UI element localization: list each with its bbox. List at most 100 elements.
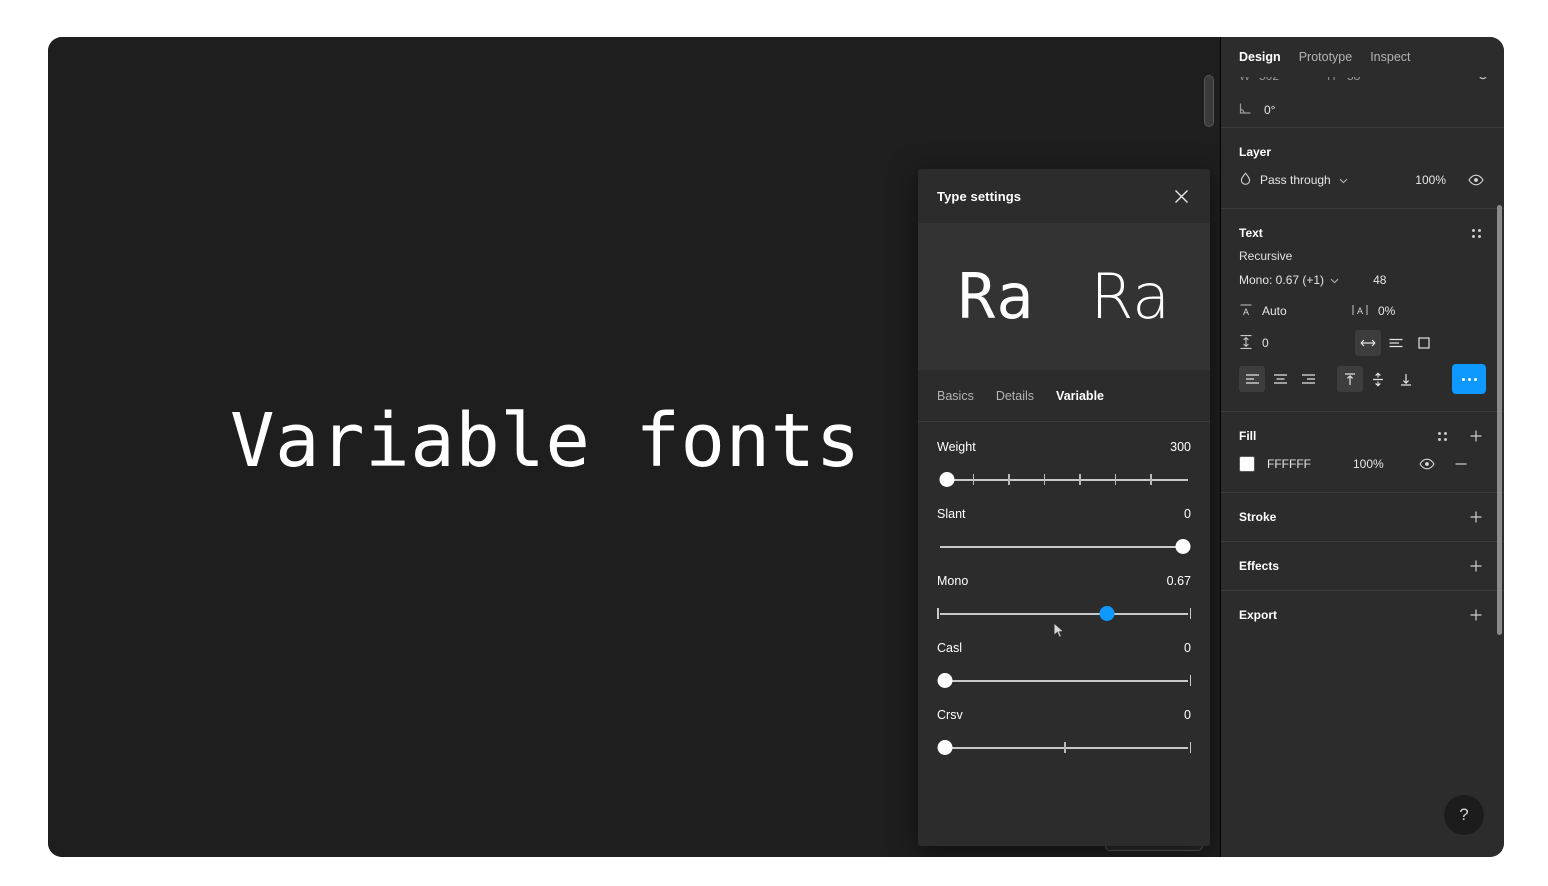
blend-mode-label: Pass through	[1260, 173, 1331, 187]
type-settings-panel: Type settings Ra Ra Basics Details Varia…	[918, 169, 1210, 846]
auto-width-icon[interactable]	[1355, 330, 1381, 356]
right-properties-panel: Design Prototype Inspect W 502 H 58 ↺ 0°	[1220, 37, 1504, 857]
axis-weight-value: 300	[1170, 440, 1191, 454]
svg-text:A: A	[1243, 307, 1249, 317]
align-center-icon[interactable]	[1267, 366, 1293, 392]
font-family-value[interactable]: Recursive	[1239, 245, 1486, 265]
paragraph-spacing-value: 0	[1262, 336, 1269, 350]
axis-casl-label: Casl	[937, 641, 963, 655]
align-bottom-icon[interactable]	[1393, 366, 1419, 392]
type-preview: Ra Ra	[918, 223, 1210, 370]
align-middle-icon[interactable]	[1365, 366, 1391, 392]
align-left-icon[interactable]	[1239, 366, 1265, 392]
letter-spacing-field[interactable]: A 0%	[1351, 303, 1463, 320]
stroke-section-title: Stroke	[1239, 510, 1277, 524]
axis-crsv-slider[interactable]	[937, 740, 1191, 756]
preview-glyph-left: Ra	[957, 259, 1035, 333]
axis-slant-handle[interactable]	[1175, 539, 1191, 554]
axis-crsv: Crsv 0	[937, 708, 1191, 756]
panel-tabs: Design Prototype Inspect	[1221, 37, 1504, 77]
tab-basics[interactable]: Basics	[937, 385, 974, 407]
blend-mode-icon	[1239, 172, 1252, 188]
panel-scrollbar[interactable]	[1497, 205, 1502, 635]
text-alignment-row	[1239, 359, 1486, 399]
paragraph-spacing-icon	[1239, 334, 1253, 353]
fill-styles-icon[interactable]	[1432, 426, 1452, 446]
axis-weight: Weight 300	[937, 440, 1191, 488]
plus-icon[interactable]	[1466, 556, 1486, 576]
fill-color-swatch[interactable]	[1239, 456, 1255, 472]
figma-window: Variable fonts Type settings Ra Ra Basic…	[48, 37, 1504, 857]
variable-axes-list: Weight 300 Slant 0 Mono 0.67 Casl 0 Crsv…	[918, 422, 1210, 756]
font-size-value[interactable]: 48	[1373, 273, 1386, 287]
fill-hex-value[interactable]: FFFFFF	[1267, 457, 1353, 471]
axis-slant-label: Slant	[937, 507, 966, 521]
blend-mode-dropdown[interactable]: Pass through	[1239, 172, 1348, 188]
fill-row: FFFFFF 100%	[1239, 448, 1486, 480]
font-style-row: Mono: 0.67 (+1) 48	[1239, 265, 1486, 295]
more-options-icon[interactable]	[1452, 364, 1486, 394]
tab-design[interactable]: Design	[1239, 50, 1281, 64]
close-icon[interactable]	[1168, 183, 1194, 209]
canvas-text-layer[interactable]: Variable fonts	[230, 398, 861, 484]
height-value[interactable]: 58	[1347, 77, 1415, 83]
width-value[interactable]: 502	[1259, 77, 1327, 83]
tab-prototype[interactable]: Prototype	[1299, 50, 1353, 64]
axis-casl: Casl 0	[937, 641, 1191, 689]
text-styles-icon[interactable]	[1466, 223, 1486, 243]
tab-details[interactable]: Details	[996, 385, 1034, 407]
canvas-vertical-scrollbar[interactable]	[1204, 75, 1214, 127]
plus-icon[interactable]	[1466, 605, 1486, 625]
paragraph-spacing-resize-row: 0	[1239, 327, 1486, 359]
angle-icon	[1239, 102, 1252, 118]
chevron-down-icon[interactable]	[1330, 273, 1339, 287]
line-height-icon: A	[1239, 303, 1253, 320]
font-style-value[interactable]: Mono: 0.67 (+1)	[1239, 273, 1324, 287]
axis-casl-handle[interactable]	[937, 673, 953, 688]
plus-icon[interactable]	[1466, 507, 1486, 527]
axis-mono: Mono 0.67	[937, 574, 1191, 622]
layer-blend-row: Pass through 100%	[1239, 164, 1486, 196]
letter-spacing-icon: A	[1351, 303, 1369, 320]
axis-weight-slider[interactable]	[937, 472, 1191, 488]
axis-casl-value: 0	[1184, 641, 1191, 655]
effects-section-title: Effects	[1239, 559, 1280, 573]
export-section-title: Export	[1239, 608, 1278, 622]
layer-opacity-value[interactable]: 100%	[1415, 173, 1446, 187]
axis-mono-handle[interactable]	[1099, 606, 1115, 621]
svg-text:A: A	[1357, 306, 1363, 316]
line-height-value: Auto	[1262, 304, 1287, 318]
plus-icon[interactable]	[1466, 426, 1486, 446]
axis-crsv-handle[interactable]	[937, 740, 953, 755]
line-height-letter-spacing-row: A Auto A 0%	[1239, 295, 1486, 327]
axis-crsv-label: Crsv	[937, 708, 963, 722]
minus-icon[interactable]	[1451, 454, 1471, 474]
constrain-proportions-icon[interactable]: ↺	[1477, 77, 1489, 84]
fill-opacity-value[interactable]: 100%	[1353, 457, 1417, 471]
paragraph-spacing-field[interactable]: 0	[1239, 334, 1351, 353]
export-section: Export	[1221, 590, 1504, 639]
preview-glyph-right: Ra	[1090, 259, 1171, 333]
fill-section: Fill FFFFFF 100%	[1221, 411, 1504, 492]
chevron-down-icon	[1339, 173, 1348, 187]
axis-slant: Slant 0	[937, 507, 1191, 555]
auto-height-icon[interactable]	[1383, 330, 1409, 356]
help-button[interactable]: ?	[1444, 795, 1484, 835]
rotation-value[interactable]: 0°	[1264, 103, 1275, 117]
effects-section: Effects	[1221, 541, 1504, 590]
canvas-area[interactable]: Variable fonts Type settings Ra Ra Basic…	[48, 37, 1220, 857]
axis-weight-handle[interactable]	[939, 472, 955, 487]
axis-mono-label: Mono	[937, 574, 969, 588]
line-height-field[interactable]: A Auto	[1239, 303, 1351, 320]
eye-icon[interactable]	[1417, 454, 1437, 474]
axis-casl-slider[interactable]	[937, 673, 1191, 689]
axis-slant-slider[interactable]	[937, 539, 1191, 555]
fixed-size-icon[interactable]	[1411, 330, 1437, 356]
tab-inspect[interactable]: Inspect	[1370, 50, 1410, 64]
align-right-icon[interactable]	[1295, 366, 1321, 392]
align-top-icon[interactable]	[1337, 366, 1363, 392]
eye-icon[interactable]	[1466, 170, 1486, 190]
tab-variable[interactable]: Variable	[1056, 385, 1104, 407]
axis-mono-slider[interactable]	[937, 606, 1191, 622]
width-label: W	[1239, 77, 1259, 83]
